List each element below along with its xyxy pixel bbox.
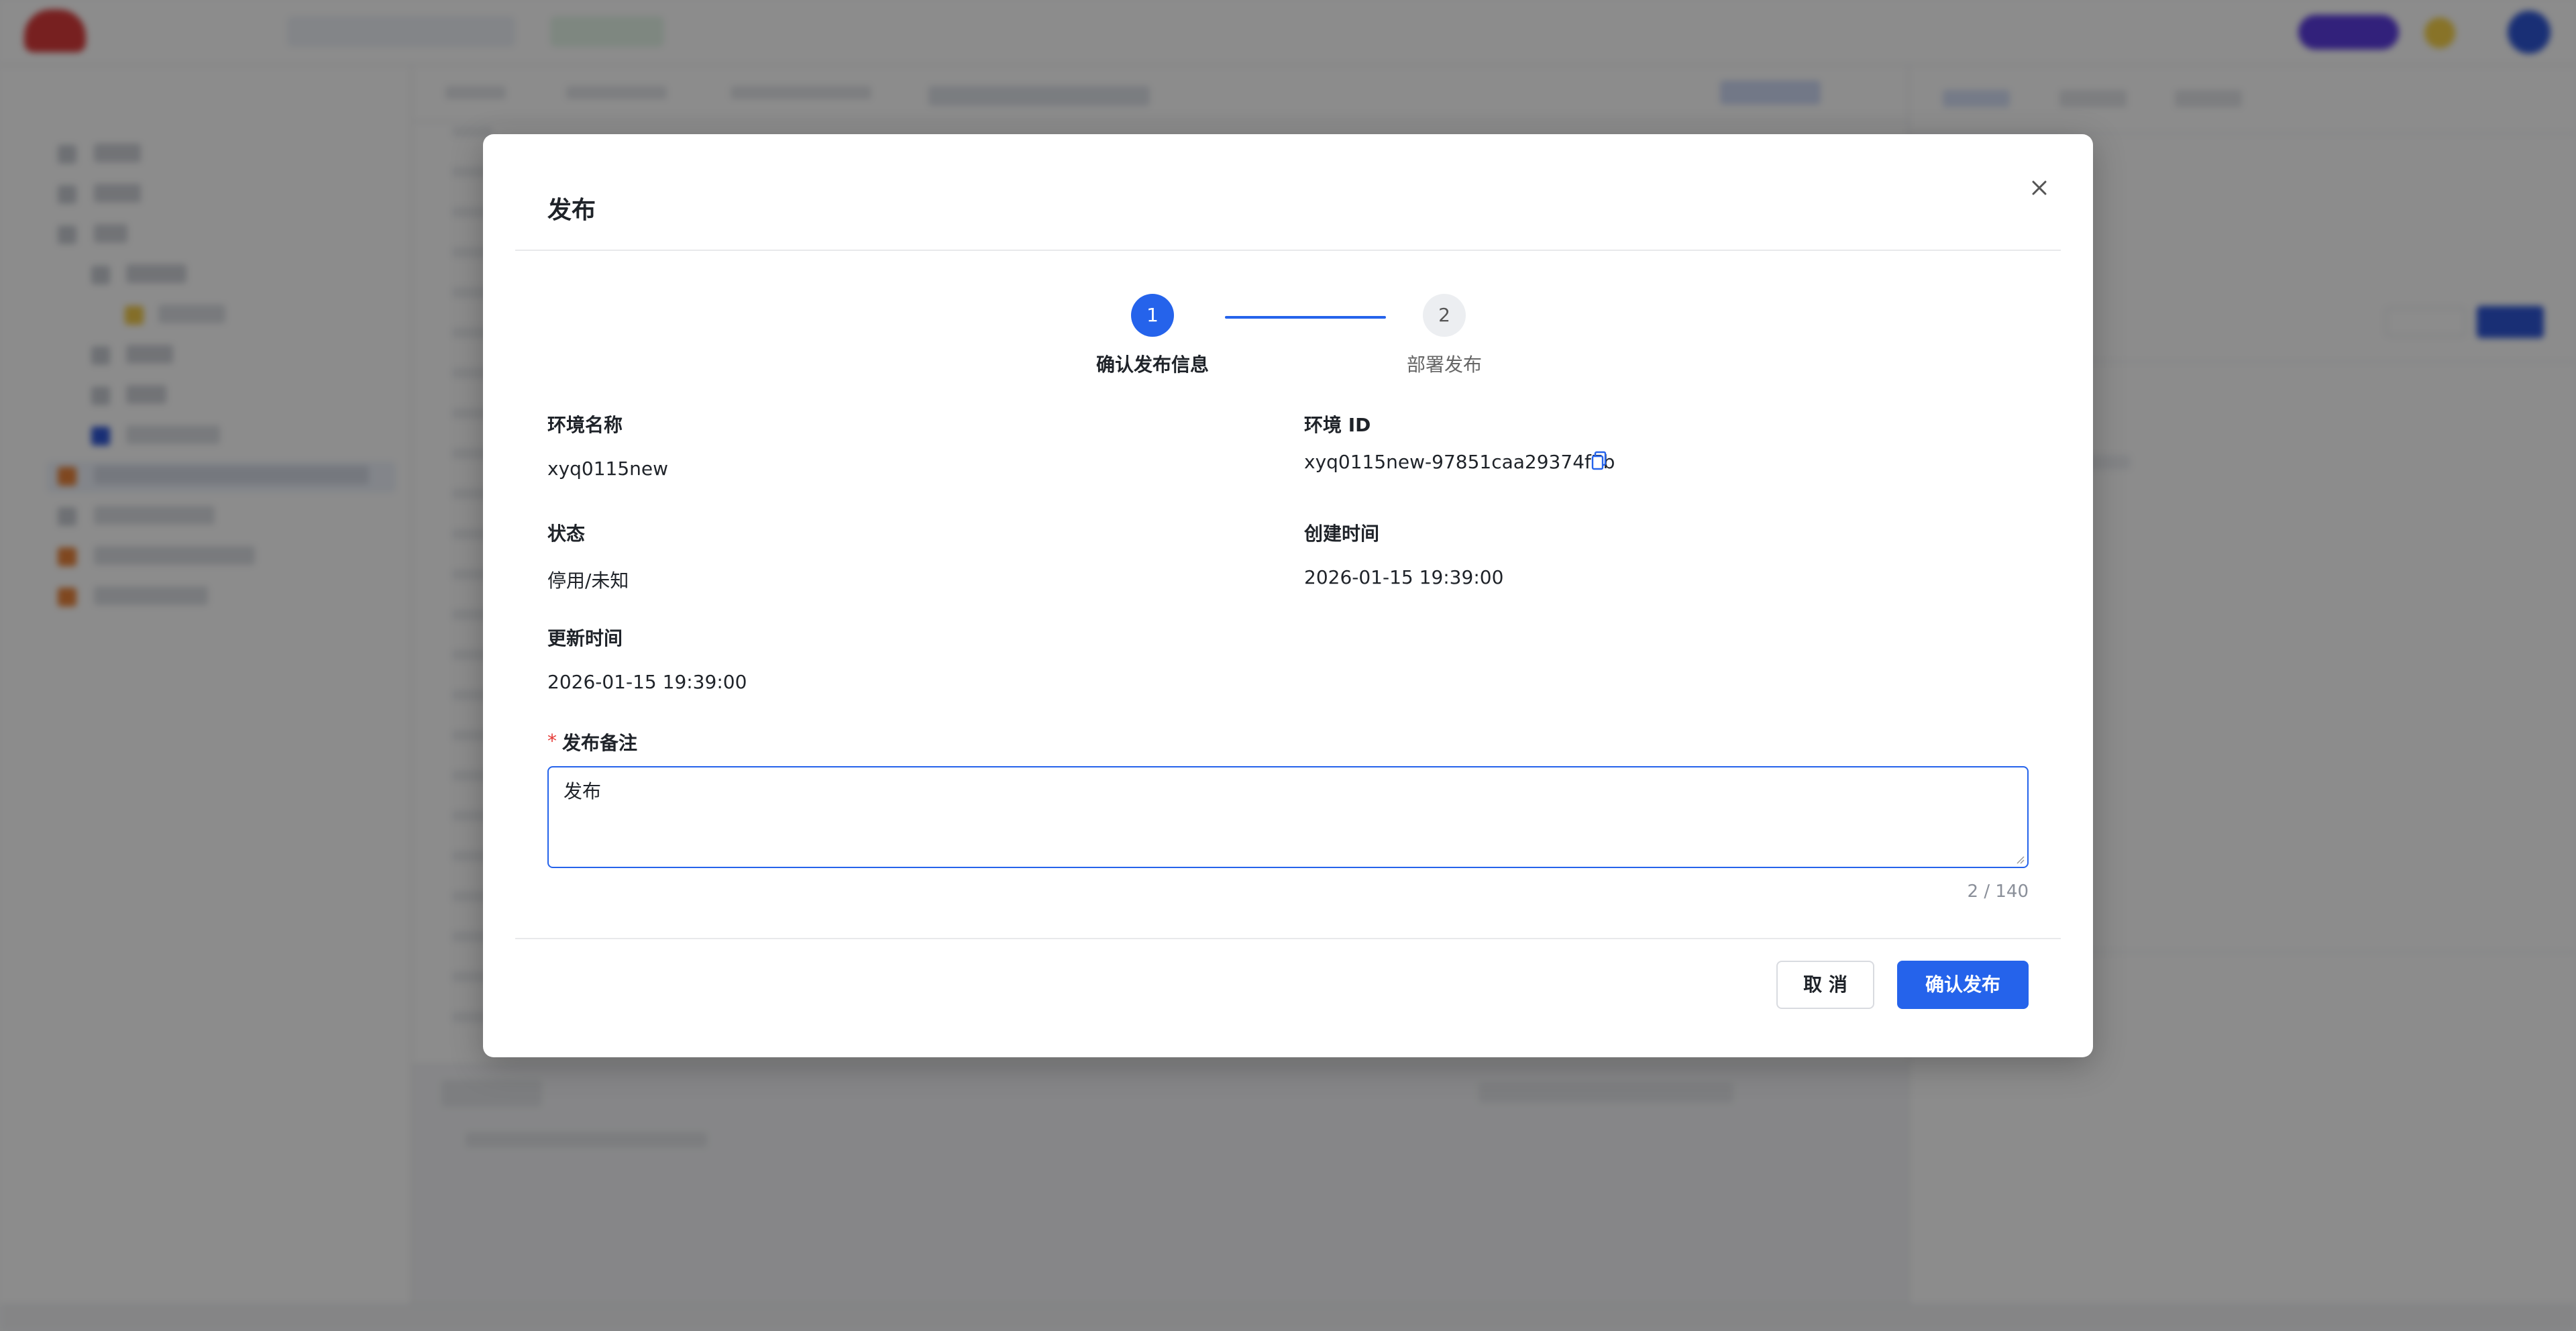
close-icon — [2032, 180, 2047, 195]
created-time-label: 创建时间 — [1304, 523, 1380, 545]
env-id-label: 环境 ID — [1304, 414, 1371, 436]
char-counter: 2 / 140 — [1967, 882, 2029, 902]
updated-time-label: 更新时间 — [547, 627, 623, 649]
required-asterisk: * — [547, 730, 557, 752]
env-name-label: 环境名称 — [547, 414, 623, 436]
created-time-value: 2026-01-15 19:39:00 — [1304, 566, 1504, 588]
remark-text: 发布 — [564, 780, 602, 802]
footer-divider — [515, 938, 2061, 939]
close-button[interactable] — [2019, 168, 2059, 208]
remark-label: 发布备注 — [562, 732, 638, 754]
resize-grip-icon[interactable] — [2014, 853, 2025, 864]
env-id-value: xyq0115new-97851caa29374f7b — [1304, 451, 1615, 473]
step-2-indicator: 2 — [1423, 294, 1466, 337]
status-value: 停用/未知 — [547, 570, 629, 592]
step-connector — [1225, 316, 1386, 319]
step-1-label: 确认发布信息 — [1095, 354, 1209, 376]
publish-dialog: 发布 1 2 确认发布信息 部署发布 环境名称 xyq0115new 环境 ID… — [483, 134, 2093, 1057]
confirm-publish-button[interactable]: 确认发布 — [1897, 961, 2029, 1009]
copy-icon[interactable] — [1591, 451, 1608, 471]
dialog-title: 发布 — [547, 197, 596, 224]
step-1-indicator: 1 — [1131, 294, 1174, 337]
cancel-button[interactable]: 取 消 — [1776, 961, 1874, 1009]
header-divider — [515, 250, 2061, 251]
env-name-value: xyq0115new — [547, 458, 669, 480]
step-2-label: 部署发布 — [1406, 354, 1482, 376]
status-label: 状态 — [547, 523, 586, 545]
remark-textarea[interactable]: 发布 — [547, 766, 2029, 868]
updated-time-value: 2026-01-15 19:39:00 — [547, 671, 747, 693]
